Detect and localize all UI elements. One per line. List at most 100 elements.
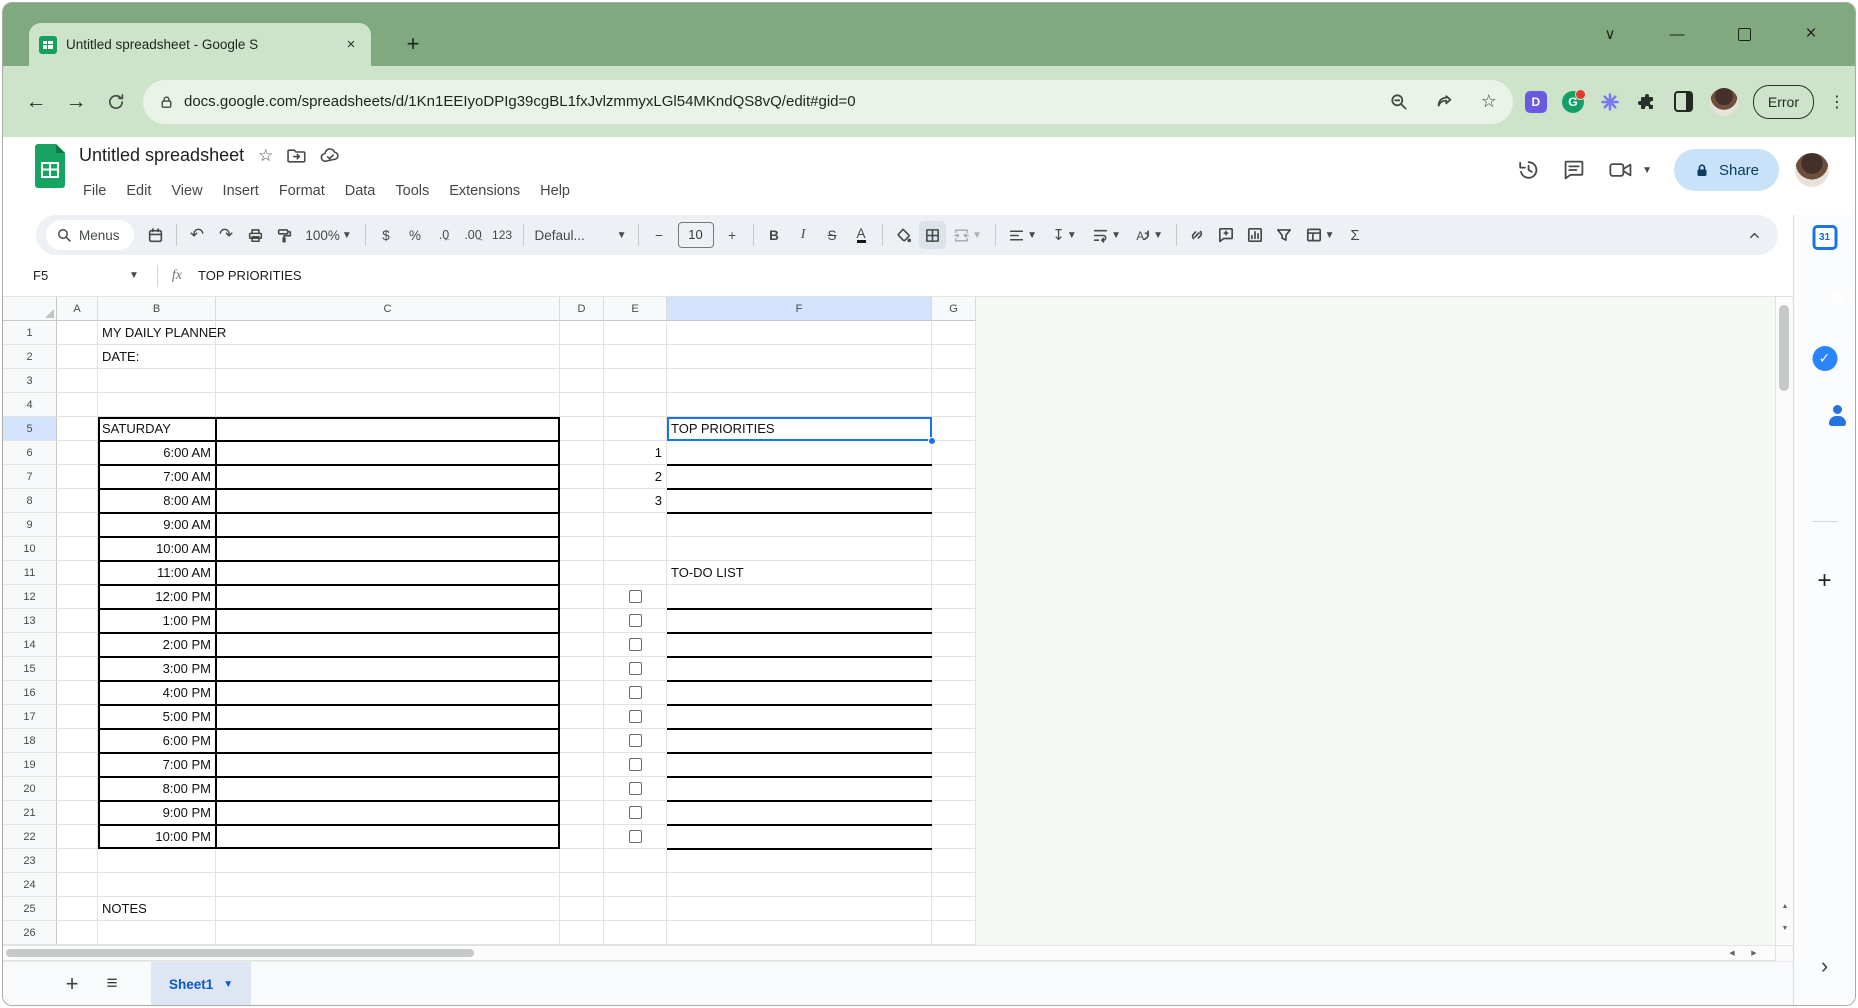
italic-button[interactable]: I (790, 221, 817, 249)
cell-B9[interactable]: 9:00 AM (98, 513, 211, 537)
row-header-18[interactable]: 18 (3, 729, 57, 753)
menu-help[interactable]: Help (530, 179, 580, 203)
error-button[interactable]: Error (1753, 85, 1814, 119)
spreadsheet-grid[interactable]: ABCDEFG123456789101112131415161718192021… (3, 297, 1775, 945)
collapse-toolbar-icon[interactable] (1741, 221, 1768, 249)
text-rotation-icon[interactable]: A▼ (1129, 221, 1169, 249)
menu-view[interactable]: View (161, 179, 212, 203)
checkbox-E20[interactable] (629, 782, 642, 795)
column-header-G[interactable]: G (932, 297, 976, 321)
camera-dropdown-icon[interactable]: ▼ (1642, 165, 1652, 176)
cell-F11[interactable]: TO-DO LIST (671, 561, 744, 585)
column-header-B[interactable]: B (98, 297, 216, 321)
column-header-A[interactable]: A (57, 297, 98, 321)
share-page-icon[interactable] (1435, 92, 1454, 111)
decrease-font-size-button[interactable]: − (646, 221, 673, 249)
insert-link-icon[interactable] (1184, 221, 1211, 249)
column-header-D[interactable]: D (560, 297, 604, 321)
row-header-6[interactable]: 6 (3, 441, 57, 465)
sheets-logo-icon[interactable] (33, 143, 67, 189)
merge-cells-icon[interactable]: ▼ (948, 221, 988, 249)
move-folder-icon[interactable] (287, 147, 306, 164)
browser-menu-icon[interactable]: ⋮ (1829, 92, 1845, 112)
cell-B1[interactable]: MY DAILY PLANNER (102, 321, 226, 345)
vertical-scrollbar[interactable]: ▲ ▼ (1775, 297, 1793, 945)
select-all-corner[interactable] (3, 297, 57, 321)
row-header-4[interactable]: 4 (3, 393, 57, 417)
cell-E8[interactable]: 3 (604, 489, 662, 513)
menu-format[interactable]: Format (269, 179, 335, 203)
checkbox-E15[interactable] (629, 662, 642, 675)
fill-color-icon[interactable] (890, 221, 917, 249)
reload-icon[interactable] (99, 85, 133, 119)
document-title[interactable]: Untitled spreadsheet (79, 145, 244, 166)
menu-tools[interactable]: Tools (385, 179, 439, 203)
checkbox-E21[interactable] (629, 806, 642, 819)
column-header-E[interactable]: E (604, 297, 667, 321)
row-header-24[interactable]: 24 (3, 873, 57, 897)
scroll-right-icon[interactable]: ▶ (1747, 949, 1761, 957)
checkbox-E19[interactable] (629, 758, 642, 771)
share-button[interactable]: Share (1674, 149, 1779, 191)
row-header-25[interactable]: 25 (3, 897, 57, 921)
row-header-17[interactable]: 17 (3, 705, 57, 729)
checkbox-E12[interactable] (629, 590, 642, 603)
account-avatar[interactable] (1795, 153, 1829, 187)
cell-B2[interactable]: DATE: (102, 345, 139, 369)
borders-icon[interactable] (919, 221, 946, 249)
url-bar[interactable]: docs.google.com/spreadsheets/d/1Kn1EEIyo… (143, 80, 1513, 124)
menu-edit[interactable]: Edit (116, 179, 161, 203)
cell-B20[interactable]: 8:00 PM (98, 777, 211, 801)
checkbox-E18[interactable] (629, 734, 642, 747)
number-format-button[interactable]: 123 (489, 221, 516, 249)
print-icon[interactable] (242, 221, 269, 249)
cell-B11[interactable]: 11:00 AM (98, 561, 211, 585)
horizontal-align-icon[interactable]: ▼ (1003, 221, 1043, 249)
row-header-10[interactable]: 10 (3, 537, 57, 561)
menu-extensions[interactable]: Extensions (439, 179, 530, 203)
checkbox-E14[interactable] (629, 638, 642, 651)
checkbox-E22[interactable] (629, 830, 642, 843)
row-header-13[interactable]: 13 (3, 609, 57, 633)
tab-search-icon[interactable]: ∨ (1593, 19, 1627, 49)
row-header-21[interactable]: 21 (3, 801, 57, 825)
cell-B18[interactable]: 6:00 PM (98, 729, 211, 753)
functions-icon[interactable]: Σ (1342, 221, 1369, 249)
font-select[interactable]: Defaul...▼ (531, 221, 631, 249)
selected-cell-outline[interactable] (667, 417, 932, 441)
cell-B7[interactable]: 7:00 AM (98, 465, 211, 489)
fill-handle[interactable] (928, 437, 936, 445)
increase-decimal-button[interactable]: .00→ (460, 221, 487, 249)
row-header-19[interactable]: 19 (3, 753, 57, 777)
side-panel-extension-icon[interactable] (1673, 91, 1695, 113)
maximize-icon[interactable] (1727, 19, 1761, 49)
new-tab-button[interactable]: + (399, 31, 427, 59)
checkbox-E13[interactable] (629, 614, 642, 627)
horizontal-scrollbar-thumb[interactable] (6, 949, 474, 957)
cell-B10[interactable]: 10:00 AM (98, 537, 211, 561)
row-header-9[interactable]: 9 (3, 513, 57, 537)
text-color-button[interactable]: A (848, 221, 875, 249)
insert-comment-icon[interactable] (1213, 221, 1240, 249)
green-extension-icon[interactable]: G (1562, 91, 1584, 113)
row-header-12[interactable]: 12 (3, 585, 57, 609)
tab-close-icon[interactable]: × (341, 35, 361, 55)
puzzle-extensions-icon[interactable] (1636, 91, 1658, 113)
cell-E6[interactable]: 1 (604, 441, 662, 465)
cell-E7[interactable]: 2 (604, 465, 662, 489)
format-percent-button[interactable]: % (402, 221, 429, 249)
cell-B25[interactable]: NOTES (102, 897, 147, 921)
zoom-select[interactable]: 100%▼ (300, 221, 358, 249)
collapse-panel-icon[interactable]: › (1821, 953, 1828, 979)
scroll-up-icon[interactable]: ▲ (1776, 903, 1794, 910)
redo-icon[interactable]: ↷ (213, 221, 240, 249)
browser-profile-avatar[interactable] (1710, 88, 1738, 116)
decrease-decimal-button[interactable]: .0← (431, 221, 458, 249)
row-header-15[interactable]: 15 (3, 657, 57, 681)
star-document-icon[interactable]: ☆ (258, 146, 273, 166)
browser-tab[interactable]: Untitled spreadsheet - Google S × (29, 23, 371, 66)
row-header-16[interactable]: 16 (3, 681, 57, 705)
google-calendar-icon[interactable]: 31 (1812, 225, 1837, 250)
cell-B8[interactable]: 8:00 AM (98, 489, 211, 513)
google-tasks-icon[interactable]: ✓ (1812, 346, 1837, 371)
